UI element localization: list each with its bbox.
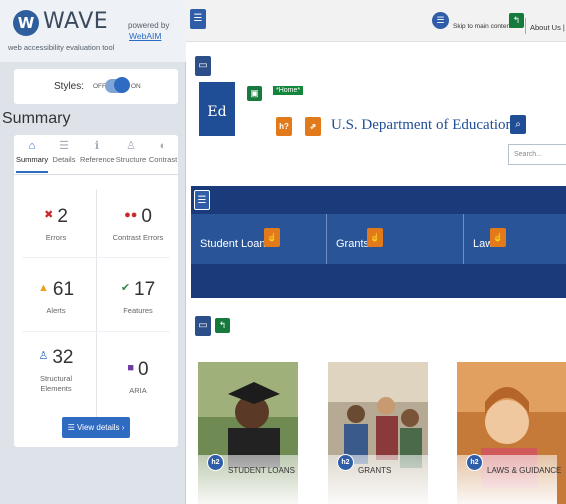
link-badge-icon[interactable]: ↰	[215, 318, 230, 333]
divider	[525, 18, 526, 34]
alerts-stat[interactable]: ▲ 61 Alerts	[16, 279, 96, 316]
alerts-count: 61	[52, 279, 75, 300]
card-student-loans[interactable]: h2 STUDENT LOANS	[198, 362, 298, 504]
tab-label: Reference	[80, 155, 115, 164]
h2-badge-icon: h2	[466, 454, 483, 471]
alert-badge-icon: ☝	[264, 228, 280, 247]
list-icon: ☰	[59, 140, 69, 152]
tab-label: Structure	[115, 155, 147, 164]
aria-icon: ■	[127, 362, 135, 374]
aria-stat[interactable]: ■ 0 ARIA	[98, 359, 178, 396]
styles-toggle-knob[interactable]	[114, 77, 130, 93]
nav-label: Grants	[336, 238, 370, 250]
errors-stat[interactable]: ✖ 2 Errors	[16, 206, 96, 243]
list-badge-icon[interactable]: ☰	[190, 9, 206, 29]
skip-to-main-link[interactable]: Skip to main content	[453, 23, 512, 30]
alerts-label: Alerts	[46, 306, 66, 315]
stats-divider	[96, 189, 97, 419]
features-stat[interactable]: ✔ 17 Features	[98, 279, 178, 316]
contrast-icon: ◐	[159, 140, 167, 152]
nav-item-laws[interactable]: Laws ☝	[464, 214, 566, 264]
wave-header: W WAVE web accessibility evaluation tool…	[0, 0, 186, 62]
home-link-badge[interactable]: *Home*	[273, 86, 304, 95]
stats-divider	[22, 331, 170, 332]
styles-label: Styles:	[54, 81, 85, 92]
tab-summary[interactable]: ⌂ Summary	[16, 137, 48, 173]
card-label: GRANTS	[358, 466, 392, 475]
card-laws-guidance[interactable]: h2 LAWS & GUIDANCE	[457, 362, 566, 504]
alert-icon: ▲	[37, 282, 49, 294]
department-title[interactable]: U.S. Department of Education	[331, 117, 513, 134]
structural-label: Structural Elements	[39, 374, 73, 393]
card-grants[interactable]: h2 GRANTS	[328, 362, 428, 504]
summary-panel: ⌂ Summary ☰ Details ℹ Reference ♙ Struct…	[14, 135, 178, 447]
nav-item-student-loans[interactable]: Student Loans ☝	[191, 214, 327, 264]
stats-divider	[22, 257, 170, 258]
contrast-errors-count: 0	[141, 206, 152, 227]
tab-contrast[interactable]: ◐ Contrast	[148, 137, 178, 173]
nav-item-grants[interactable]: Grants ☝	[327, 214, 464, 264]
structural-count: 32	[52, 347, 74, 368]
list-badge-icon[interactable]: ☰	[432, 12, 449, 29]
card-label: STUDENT LOANS	[228, 466, 295, 475]
errors-label: Errors	[45, 233, 67, 242]
image-badge-icon[interactable]: ▣	[247, 86, 262, 101]
styles-toggle-box: Styles: OFF ON	[14, 69, 178, 104]
nav-label: Student Loans	[200, 238, 271, 250]
alert-badge-icon: ☝	[490, 228, 506, 247]
evaluated-page: ☰ ☰ Skip to main content ↰ About Us | C …	[186, 0, 566, 504]
tab-structure[interactable]: ♙ Structure	[115, 137, 147, 173]
features-label: Features	[123, 306, 153, 315]
home-icon: ⌂	[28, 140, 36, 152]
landmark-badge-icon[interactable]: ▭	[195, 316, 211, 336]
summary-heading: Summary	[2, 110, 71, 127]
alert-badge-icon[interactable]: h?	[276, 117, 292, 136]
info-icon: ℹ	[94, 140, 100, 152]
view-details-button[interactable]: ☰ View details ›	[62, 417, 130, 438]
nav-menu: Student Loans ☝ Grants ☝ Laws ☝	[191, 214, 566, 264]
aria-count: 0	[138, 359, 149, 380]
view-details-label: View details ›	[76, 423, 125, 432]
powered-by-label: powered by	[128, 21, 170, 30]
search-icon[interactable]: ⌕	[510, 115, 526, 134]
about-us-link[interactable]: About Us | C	[530, 23, 566, 32]
contrast-errors-label: Contrast Errors	[112, 233, 164, 242]
structure-icon: ♙	[38, 350, 49, 362]
landmark-badge-icon[interactable]: ▭	[195, 56, 211, 76]
wave-tabs: ⌂ Summary ☰ Details ℹ Reference ♙ Struct…	[14, 135, 178, 175]
tab-label: Contrast	[148, 155, 178, 164]
wave-title: WAVE	[43, 9, 109, 34]
utility-bar: ☰ ☰ Skip to main content ↰ About Us | C	[186, 0, 566, 42]
h2-badge-icon: h2	[337, 454, 354, 471]
features-count: 17	[134, 279, 156, 300]
link-badge-icon[interactable]: ↰	[509, 13, 524, 28]
tab-reference[interactable]: ℹ Reference	[80, 137, 115, 173]
error-icon: ✖	[44, 209, 54, 221]
structure-icon: ♙	[126, 140, 136, 152]
tab-label: Summary	[16, 155, 49, 164]
contrast-error-icon: ●●	[124, 209, 138, 221]
h2-badge-icon: h2	[207, 454, 224, 471]
feature-check-icon: ✔	[120, 282, 131, 294]
wave-evaluation-view: W WAVE web accessibility evaluation tool…	[0, 0, 566, 504]
webaim-link[interactable]: WebAIM	[129, 31, 161, 41]
tab-details[interactable]: ☰ Details	[51, 137, 77, 173]
alert-badge-icon: ☝	[367, 228, 383, 247]
alert-badge-icon[interactable]: ⇗	[305, 117, 321, 136]
ed-seal-logo[interactable]: Ed	[199, 82, 235, 136]
wave-logo-icon: W	[13, 10, 39, 36]
tab-label: Details	[52, 155, 76, 164]
aria-label: ARIA	[129, 386, 147, 395]
wave-sidebar: W WAVE web accessibility evaluation tool…	[0, 0, 186, 504]
card-label: LAWS & GUIDANCE	[487, 466, 562, 475]
styles-on-label: ON	[131, 83, 141, 90]
structural-elements-stat[interactable]: ♙ 32 Structural Elements	[16, 347, 96, 394]
list-icon: ☰	[67, 423, 77, 432]
errors-count: 2	[57, 206, 68, 227]
contrast-errors-stat[interactable]: ●● 0 Contrast Errors	[98, 206, 178, 243]
wave-subtitle: web accessibility evaluation tool	[8, 43, 115, 52]
search-input[interactable]: Search...	[508, 144, 566, 165]
nav-landmark-badge-icon[interactable]: ☰	[194, 190, 210, 210]
